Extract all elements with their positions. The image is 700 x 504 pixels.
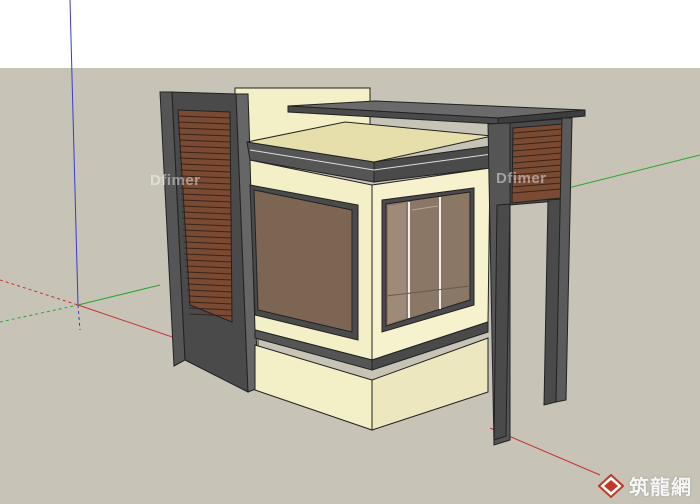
logo-text: 筑龍網 bbox=[629, 475, 692, 499]
front-window[interactable] bbox=[249, 184, 359, 341]
watermark-left: Dfimer bbox=[150, 172, 201, 189]
red-axis-dashed bbox=[0, 279, 79, 306]
green-axis-far bbox=[559, 154, 700, 191]
right-louver-column[interactable] bbox=[487, 117, 573, 446]
watermark-right: Dfimer bbox=[496, 170, 547, 187]
green-axis bbox=[77, 284, 161, 306]
blue-axis-dashed bbox=[77, 304, 81, 331]
sketchup-viewport[interactable]: Dfimer Dfimer 筑龍網 bbox=[0, 0, 700, 504]
green-axis-dashed bbox=[0, 304, 79, 323]
site-logo: 筑龍網 bbox=[598, 471, 692, 500]
zhulong-logo-icon bbox=[598, 473, 624, 498]
model-scene[interactable] bbox=[0, 0, 700, 504]
blue-axis bbox=[69, 0, 79, 306]
left-louver-column[interactable] bbox=[159, 91, 259, 393]
